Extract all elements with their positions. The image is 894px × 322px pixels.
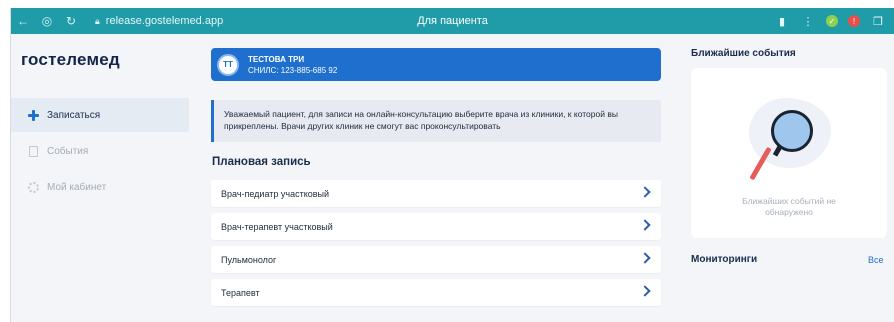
empty-state-text: Ближайших событий не обнаружено	[742, 196, 836, 217]
document-icon	[27, 145, 39, 157]
planned-section-title: Плановая запись	[212, 156, 311, 168]
lock-icon: 🔒︎	[95, 15, 100, 26]
plus-icon	[27, 109, 39, 121]
sidebar-item-cabinet[interactable]: Мой кабинет	[11, 170, 189, 204]
list-item-label: Врач-терапевт участковый	[221, 221, 333, 232]
chevron-right-icon	[639, 252, 651, 264]
sidebar-item-events[interactable]: События	[11, 134, 189, 168]
gear-icon	[27, 181, 39, 193]
extension-puzzle-icon[interactable]: ❒	[870, 13, 886, 29]
home-icon[interactable]: ◎	[35, 8, 59, 34]
info-notice: Уважаемый пациент, для записи на онлайн-…	[211, 100, 661, 142]
menu-dots-icon[interactable]: ⋮	[800, 13, 816, 29]
monitoring-all-link[interactable]: Все	[868, 255, 884, 265]
list-item[interactable]: Терапевт	[211, 279, 661, 306]
monitoring-title: Мониторинги	[691, 254, 758, 265]
sidebar-item-signup[interactable]: Записаться	[11, 98, 189, 132]
extension-alert-icon[interactable]: !	[848, 15, 860, 27]
extension-check-icon[interactable]: ✓	[826, 15, 838, 27]
list-item[interactable]: Пульмонолог	[211, 246, 661, 273]
chevron-right-icon	[639, 219, 651, 231]
list-item[interactable]: Врач-терапевт участковый	[211, 213, 661, 240]
address-bar[interactable]: 🔒︎ release.gostelemed.app	[95, 12, 223, 30]
list-item-label: Врач-педиатр участковый	[221, 188, 330, 199]
patient-card[interactable]: ТТ ТЕСТОВА ТРИ СНИЛС: 123-885-685 92	[211, 48, 661, 81]
sidebar: гостелемед Записаться События Мой кабине…	[11, 34, 189, 322]
patient-snils: СНИЛС: 123-885-685 92	[248, 65, 338, 75]
browser-window: ← ◎ ↻ 🔒︎ release.gostelemed.app Для паци…	[10, 8, 894, 322]
url-text: release.gostelemed.app	[105, 15, 224, 27]
patient-info: ТЕСТОВА ТРИ СНИЛС: 123-885-685 92	[248, 55, 337, 75]
bookmark-icon[interactable]: ▮	[774, 13, 790, 29]
logo[interactable]: гостелемед	[21, 50, 120, 70]
chevron-right-icon	[639, 186, 651, 198]
events-title: Ближайшие события	[691, 48, 796, 59]
magnifier-icon	[771, 110, 813, 152]
list-item[interactable]: Врач-педиатр участковый	[211, 180, 661, 207]
browser-actions: ▮ ⋮ ✓ ! ❒	[774, 8, 886, 34]
reload-icon[interactable]: ↻	[59, 8, 83, 34]
list-item-label: Пульмонолог	[221, 254, 277, 265]
patient-name: ТЕСТОВА ТРИ	[248, 54, 305, 64]
sidebar-item-label: События	[47, 145, 89, 157]
sidebar-item-label: Мой кабинет	[47, 181, 107, 193]
avatar: ТТ	[217, 53, 239, 76]
chevron-right-icon	[639, 285, 651, 297]
back-arrow-icon[interactable]: ←	[11, 8, 35, 34]
events-card: Ближайших событий не обнаружено	[691, 68, 887, 238]
list-item-label: Терапевт	[221, 287, 260, 298]
sidebar-item-label: Записаться	[47, 109, 101, 121]
